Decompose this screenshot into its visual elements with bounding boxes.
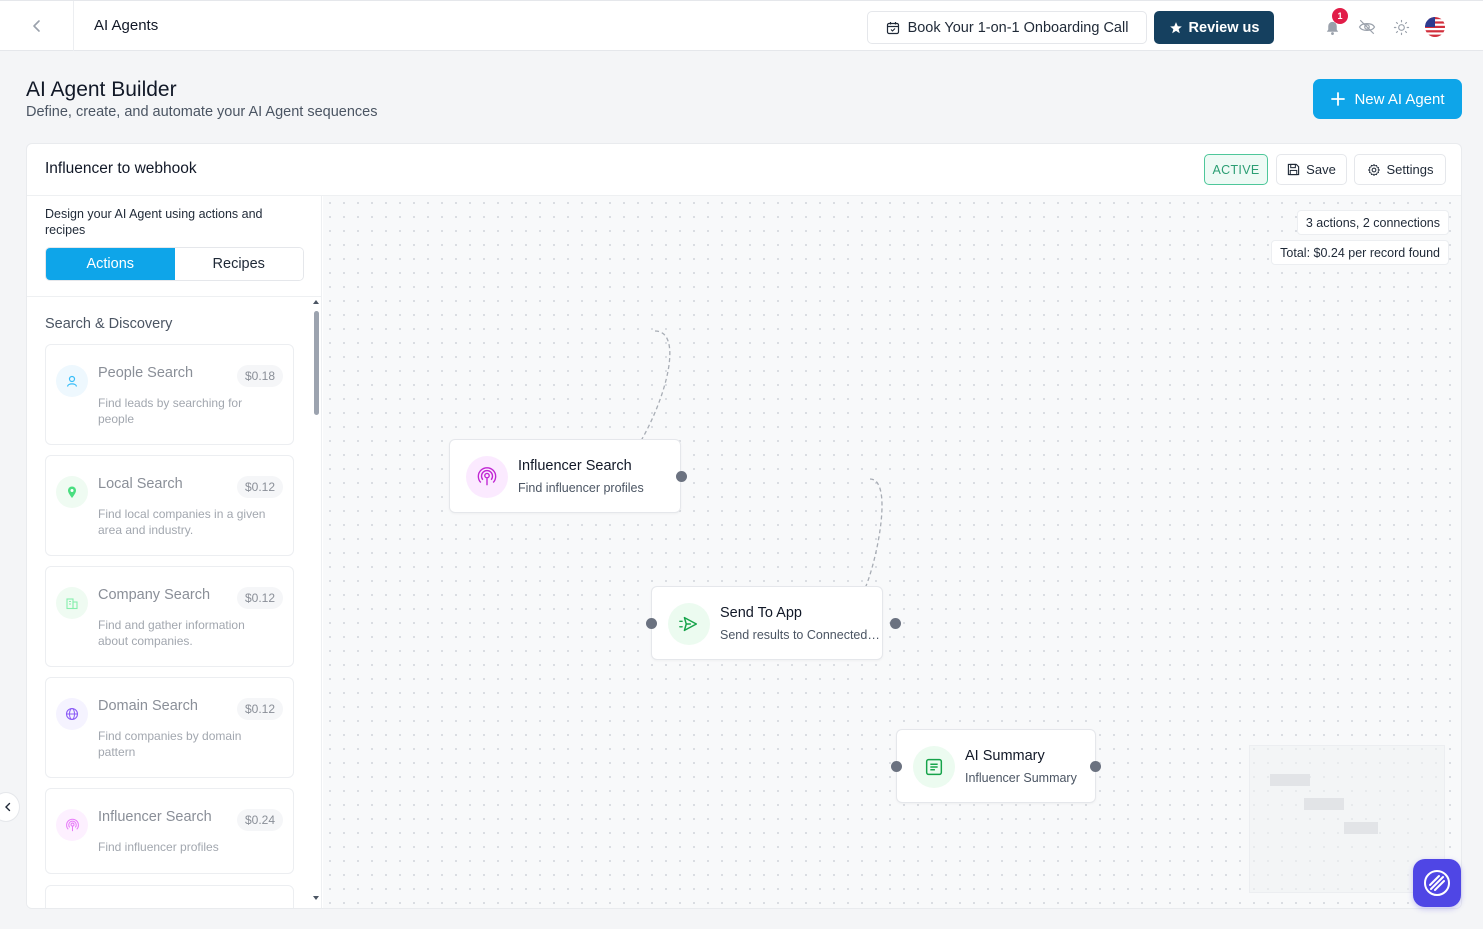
action-price: $0.12: [236, 476, 283, 498]
action-price: $0.12: [236, 698, 283, 720]
chevron-left-icon: [5, 802, 11, 812]
status-badge[interactable]: ACTIVE: [1204, 154, 1268, 185]
action-card-company-search[interactable]: Company Search $0.12 Find and gather inf…: [45, 566, 294, 667]
tab-actions[interactable]: Actions: [46, 248, 175, 280]
map-pin-icon: [56, 476, 88, 508]
sidebar-description: Design your AI Agent using actions and r…: [45, 207, 263, 237]
actions-list: Search & Discovery People Search $0.18 F…: [27, 296, 322, 908]
agent-name: Influencer to webhook: [45, 160, 197, 177]
action-name: Domain Search: [98, 698, 198, 714]
node-title: Send To App: [720, 605, 802, 621]
action-description: Find local companies in a given area and…: [98, 507, 266, 537]
collapse-sidebar-button[interactable]: [0, 792, 20, 822]
node-output-handle[interactable]: [1090, 761, 1101, 772]
book-call-label: Book Your 1-on-1 Onboarding Call: [907, 19, 1129, 36]
send-icon: [668, 603, 710, 645]
sun-icon: [1393, 19, 1409, 35]
action-card-influencer-search[interactable]: Influencer Search $0.24 Find influencer …: [45, 788, 294, 874]
node-title: AI Summary: [965, 748, 1045, 764]
document-icon: [913, 746, 955, 788]
node-subtitle: Send results to Connected Apps: [720, 628, 880, 642]
globe-icon: [56, 698, 88, 730]
node-input-handle[interactable]: [646, 618, 657, 629]
minimap-node: [1304, 798, 1344, 810]
node-subtitle: Find influencer profiles: [518, 481, 644, 495]
page-title: AI Agent Builder: [26, 78, 177, 101]
star-icon: [1169, 21, 1182, 33]
sidebar-tabs: Actions Recipes: [45, 247, 304, 281]
action-card-people-search[interactable]: People Search $0.18 Find leads by search…: [45, 344, 294, 445]
action-price: $0.12: [236, 587, 283, 609]
action-price: $0.18: [236, 365, 283, 387]
action-description: Find and gather information about compan…: [98, 618, 245, 648]
node-send-to-app[interactable]: Send To App Send results to Connected Ap…: [646, 586, 901, 660]
settings-label: Settings: [1386, 162, 1434, 177]
theme-toggle-button[interactable]: [1391, 17, 1411, 37]
page-subtitle: Define, create, and automate your AI Age…: [26, 104, 378, 120]
app-title: AI Agents: [94, 17, 159, 34]
scroll-down-icon: [313, 896, 319, 900]
action-description: Find companies by domain pattern: [98, 729, 242, 759]
hide-button[interactable]: [1357, 17, 1377, 37]
save-button[interactable]: Save: [1276, 154, 1347, 185]
review-label: Review us: [1188, 19, 1260, 36]
plus-icon: [1331, 92, 1346, 106]
action-name: Company Search: [98, 587, 211, 603]
tab-recipes[interactable]: Recipes: [174, 248, 303, 280]
action-card-local-search[interactable]: Local Search $0.12 Find local companies …: [45, 455, 294, 556]
action-name: People Search: [98, 365, 194, 381]
node-output-handle[interactable]: [890, 618, 901, 629]
chevron-left-icon: [32, 20, 40, 32]
node-ai-summary[interactable]: AI Summary Influencer Summary: [891, 729, 1101, 803]
agent-builder-panel: Influencer to webhook ACTIVE Save Settin…: [26, 143, 1462, 909]
builder-header: Influencer to webhook ACTIVE Save Settin…: [27, 144, 1461, 196]
save-icon: [1288, 163, 1300, 176]
new-agent-label: New AI Agent: [1354, 90, 1445, 108]
node-title: Influencer Search: [518, 458, 632, 474]
new-ai-agent-button[interactable]: New AI Agent: [1313, 79, 1462, 119]
book-onboarding-call-button[interactable]: Book Your 1-on-1 Onboarding Call: [867, 11, 1147, 44]
settings-button[interactable]: Settings: [1354, 154, 1446, 185]
scroll-up-icon: [313, 300, 319, 304]
action-card-next[interactable]: [45, 885, 294, 908]
gear-icon: [1367, 163, 1380, 176]
scrollbar-thumb[interactable]: [314, 311, 319, 415]
person-icon: [56, 365, 88, 397]
notification-badge: 1: [1332, 8, 1348, 24]
node-subtitle: Influencer Summary: [965, 771, 1077, 785]
language-selector[interactable]: [1425, 17, 1445, 37]
action-card-domain-search[interactable]: Domain Search $0.12 Find companies by do…: [45, 677, 294, 778]
action-description: Find leads by searching for people: [98, 396, 243, 426]
node-output-handle[interactable]: [676, 471, 687, 482]
node-influencer-search[interactable]: Influencer Search Find influencer profil…: [449, 439, 687, 513]
us-flag-icon: [1425, 17, 1445, 37]
eye-off-icon: [1358, 19, 1376, 35]
chat-logo-icon: [1424, 870, 1450, 896]
calendar-icon: [886, 21, 899, 34]
top-bar: AI Agents Book Your 1-on-1 Onboarding Ca…: [0, 0, 1483, 51]
action-price: $0.24: [236, 809, 283, 831]
minimap-node: [1270, 774, 1310, 786]
review-us-button[interactable]: Review us: [1154, 11, 1274, 44]
podcast-icon: [56, 809, 88, 841]
save-label: Save: [1306, 162, 1336, 177]
node-input-handle[interactable]: [891, 761, 902, 772]
minimap-node: [1344, 822, 1378, 834]
flow-canvas[interactable]: 3 actions, 2 connections Total: $0.24 pe…: [323, 196, 1461, 908]
action-name: Influencer Search: [98, 809, 212, 825]
building-icon: [56, 587, 88, 619]
action-name: Local Search: [98, 476, 183, 492]
section-title: Search & Discovery: [45, 316, 173, 332]
back-button[interactable]: [0, 1, 74, 51]
action-description: Find influencer profiles: [98, 840, 219, 854]
podcast-icon: [466, 456, 508, 498]
chat-support-button[interactable]: [1413, 859, 1461, 907]
actions-sidebar: Design your AI Agent using actions and r…: [27, 196, 322, 908]
